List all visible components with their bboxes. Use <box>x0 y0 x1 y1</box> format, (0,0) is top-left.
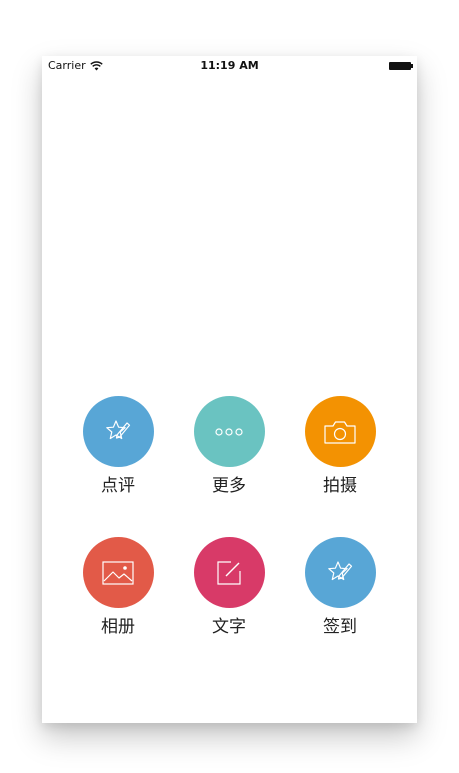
action-review-circle[interactable] <box>82 396 154 467</box>
checkin-star-pen-icon <box>328 560 353 580</box>
action-text-label: 文字 <box>212 617 246 637</box>
action-more-circle[interactable] <box>193 396 265 467</box>
action-more-label: 更多 <box>212 476 246 496</box>
action-shoot-circle[interactable] <box>304 396 376 467</box>
phone-screen: Carrier 11:19 AM 点评 更多 拍摄 相册 文字 签到 <box>42 56 417 723</box>
action-checkin[interactable]: 签到 <box>295 537 385 637</box>
camera-icon <box>324 420 356 444</box>
compose-text-icon <box>217 560 241 585</box>
action-album-label: 相册 <box>101 617 135 637</box>
status-time: 11:19 AM <box>200 59 259 72</box>
action-album-circle[interactable] <box>82 537 154 608</box>
action-review-label: 点评 <box>101 476 135 496</box>
status-bar: Carrier 11:19 AM <box>42 56 417 76</box>
action-album[interactable]: 相册 <box>73 537 163 637</box>
action-text[interactable]: 文字 <box>184 537 274 637</box>
action-text-circle[interactable] <box>193 537 265 608</box>
more-dots-icon <box>215 427 243 436</box>
action-shoot[interactable]: 拍摄 <box>295 396 385 496</box>
action-review[interactable]: 点评 <box>73 396 163 496</box>
battery-icon <box>389 62 413 70</box>
action-checkin-label: 签到 <box>323 617 357 637</box>
action-shoot-label: 拍摄 <box>323 476 357 496</box>
review-star-pen-icon <box>106 419 131 439</box>
photo-album-icon <box>102 560 134 585</box>
action-more[interactable]: 更多 <box>184 396 274 496</box>
action-checkin-circle[interactable] <box>304 537 376 608</box>
